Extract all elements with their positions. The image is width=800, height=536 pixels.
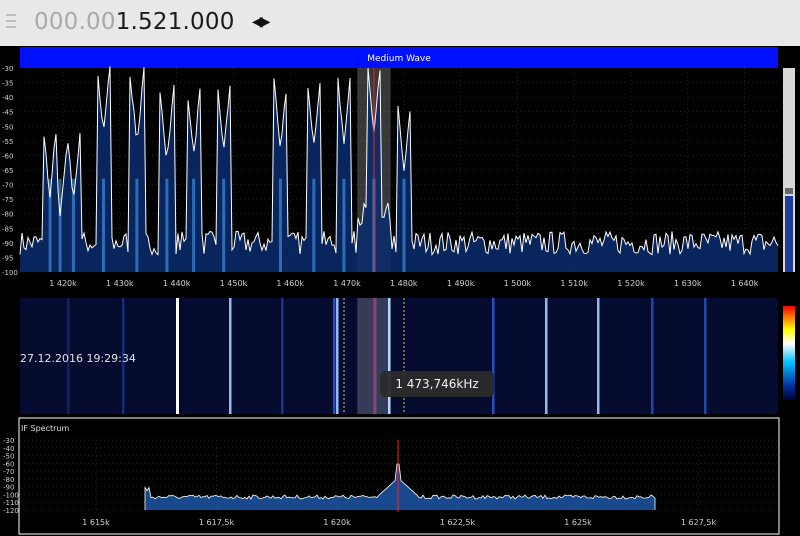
frequency-display[interactable]: 000.001.521.000 — [34, 9, 235, 35]
waterfall-carrier — [281, 298, 284, 414]
if-spectrum-panel[interactable]: IF Spectrum -30-40-50-60-70-80-90-100-11… — [0, 416, 800, 536]
x-tick-label: 1 510k — [560, 279, 588, 288]
if-x-tick-label: 1 615k — [82, 518, 110, 527]
waterfall-carrier — [597, 298, 600, 414]
waterfall-time-divider — [176, 298, 179, 414]
waterfall-carrier — [229, 298, 232, 414]
y-tick-label: -100 — [2, 269, 18, 277]
x-tick-label: 1 440k — [163, 279, 191, 288]
waterfall-carrier — [492, 298, 495, 414]
y-tick-label: -35 — [2, 80, 13, 88]
x-tick-label: 1 520k — [617, 279, 645, 288]
carrier-peak — [312, 178, 316, 272]
waterfall-carrier — [333, 298, 336, 414]
spectrum-zoom-handle-icon[interactable] — [785, 188, 793, 194]
tuning-step-arrows-icon[interactable]: ◀▶ — [252, 14, 270, 30]
if-x-tick-label: 1 627,5k — [681, 518, 717, 527]
y-tick-label: -60 — [2, 152, 13, 160]
x-tick-label: 1 480k — [390, 279, 418, 288]
y-tick-label: -30 — [2, 65, 13, 73]
carrier-peak — [58, 178, 62, 272]
carrier-peak — [101, 178, 105, 272]
y-tick-label: -90 — [2, 240, 13, 248]
carrier-peak — [135, 178, 139, 272]
y-tick-label: -75 — [2, 196, 13, 204]
x-tick-label: 1 470k — [333, 279, 361, 288]
y-tick-label: -40 — [2, 94, 13, 102]
if-x-tick-label: 1 622,5k — [440, 518, 476, 527]
toolbar-grip-icon[interactable] — [4, 12, 18, 34]
waterfall-carrier — [651, 298, 654, 414]
if-x-tick-label: 1 620k — [323, 518, 351, 527]
x-tick-label: 1 450k — [220, 279, 248, 288]
waterfall-carrier — [545, 298, 548, 414]
band-label: Medium Wave — [367, 54, 431, 64]
carrier-peak — [222, 178, 226, 272]
x-tick-label: 1 630k — [674, 279, 702, 288]
y-tick-label: -50 — [2, 123, 13, 131]
waterfall-carrier — [704, 298, 707, 414]
frequency-leading-digits[interactable]: 000.00 — [34, 9, 116, 35]
x-tick-label: 1 490k — [447, 279, 475, 288]
carrier-peak — [342, 178, 346, 272]
y-tick-label: -70 — [2, 182, 13, 190]
x-tick-label: 1 640k — [731, 279, 759, 288]
carrier-peak — [192, 178, 196, 272]
x-tick-label: 1 430k — [106, 279, 134, 288]
waterfall-timestamp: 27.12.2016 19:29:34 — [20, 352, 136, 365]
if-x-tick-label: 1 617,5k — [199, 518, 235, 527]
y-tick-label: -95 — [2, 254, 13, 262]
y-tick-label: -65 — [2, 167, 13, 175]
y-tick-label: -55 — [2, 138, 13, 146]
frequency-toolbar: 000.001.521.000 ◀▶ — [0, 0, 800, 46]
x-tick-label: 1 460k — [276, 279, 304, 288]
y-tick-label: -80 — [2, 211, 13, 219]
waterfall-carrier — [336, 298, 339, 414]
waterfall-color-scale[interactable] — [783, 306, 795, 400]
if-y-tick-label: -120 — [3, 507, 19, 515]
spectrum-panel[interactable]: Medium Wave -30 -35 -40 -45 -50 -55 -60 -65 -70 -… — [0, 46, 800, 292]
carrier-peak — [165, 178, 169, 272]
frequency-active-digits[interactable]: 1.521.000 — [116, 9, 235, 35]
carrier-peak — [278, 178, 282, 272]
frequency-tooltip: 1 473,746kHz — [380, 371, 494, 397]
carrier-peak — [402, 178, 406, 272]
if-spectrum-title: IF Spectrum — [21, 424, 69, 433]
y-tick-label: -85 — [2, 225, 13, 233]
spectrum-scrollbar-thumb[interactable] — [785, 196, 793, 272]
y-tick-label: -45 — [2, 109, 13, 117]
x-tick-label: 1 500k — [504, 279, 532, 288]
x-tick-label: 1 420k — [49, 279, 77, 288]
if-x-tick-label: 1 625k — [564, 518, 592, 527]
